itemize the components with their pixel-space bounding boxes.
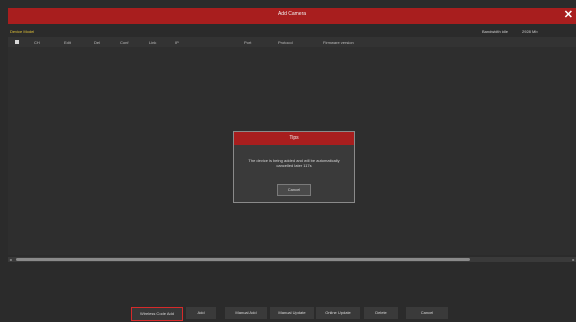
column-header-link: Link: [149, 40, 157, 45]
column-header-ch: CH: [34, 40, 40, 45]
cancel-button[interactable]: Cancel: [406, 307, 448, 319]
horizontal-scrollbar[interactable]: ◂ ▸: [8, 257, 576, 262]
column-header-ip: IP: [175, 40, 179, 45]
scroll-right-icon[interactable]: ▸: [571, 257, 576, 262]
column-header-del: Del: [94, 40, 101, 45]
scrollbar-thumb[interactable]: [16, 258, 470, 261]
wireless-code-add-button[interactable]: Wireless Code Add: [131, 307, 183, 321]
column-header-conf: Conf: [120, 40, 129, 45]
bandwidth-value: 2928 Mb: [522, 29, 538, 34]
manual-update-button[interactable]: Manual Update: [270, 307, 314, 319]
select-all-checkbox[interactable]: [15, 40, 19, 44]
dialog-title: Tips: [234, 132, 354, 145]
manual-add-button[interactable]: Manual Add: [225, 307, 267, 319]
dialog-message: The device is being added and will be au…: [248, 158, 340, 168]
device-model-label: Device Model: [10, 29, 35, 34]
footer-toolbar: Wireless Code Add Add Manual Add Manual …: [0, 304, 576, 322]
dialog-cancel-button[interactable]: Cancel: [277, 184, 311, 196]
column-header-firmware: Firmware version: [323, 40, 354, 45]
table-header: CH Edit Del Conf Link IP Port Protocol F…: [8, 37, 576, 47]
add-button[interactable]: Add: [186, 307, 216, 319]
close-icon[interactable]: ✕: [564, 9, 573, 21]
title-bar: Add Camera ✕: [8, 8, 576, 24]
bandwidth-label: Bandwidth idle: [482, 29, 509, 34]
delete-button[interactable]: Delete: [364, 307, 398, 319]
tips-dialog: Tips The device is being added and will …: [233, 131, 355, 203]
device-info-row: Device Model Bandwidth idle 2928 Mb: [8, 27, 576, 35]
window-title: Add Camera: [277, 11, 307, 17]
online-update-button[interactable]: Online Update: [316, 307, 360, 319]
scroll-left-icon[interactable]: ◂: [8, 257, 13, 262]
column-header-protocol: Protocol: [278, 40, 293, 45]
column-header-edit: Edit: [64, 40, 71, 45]
column-header-port: Port: [244, 40, 252, 45]
